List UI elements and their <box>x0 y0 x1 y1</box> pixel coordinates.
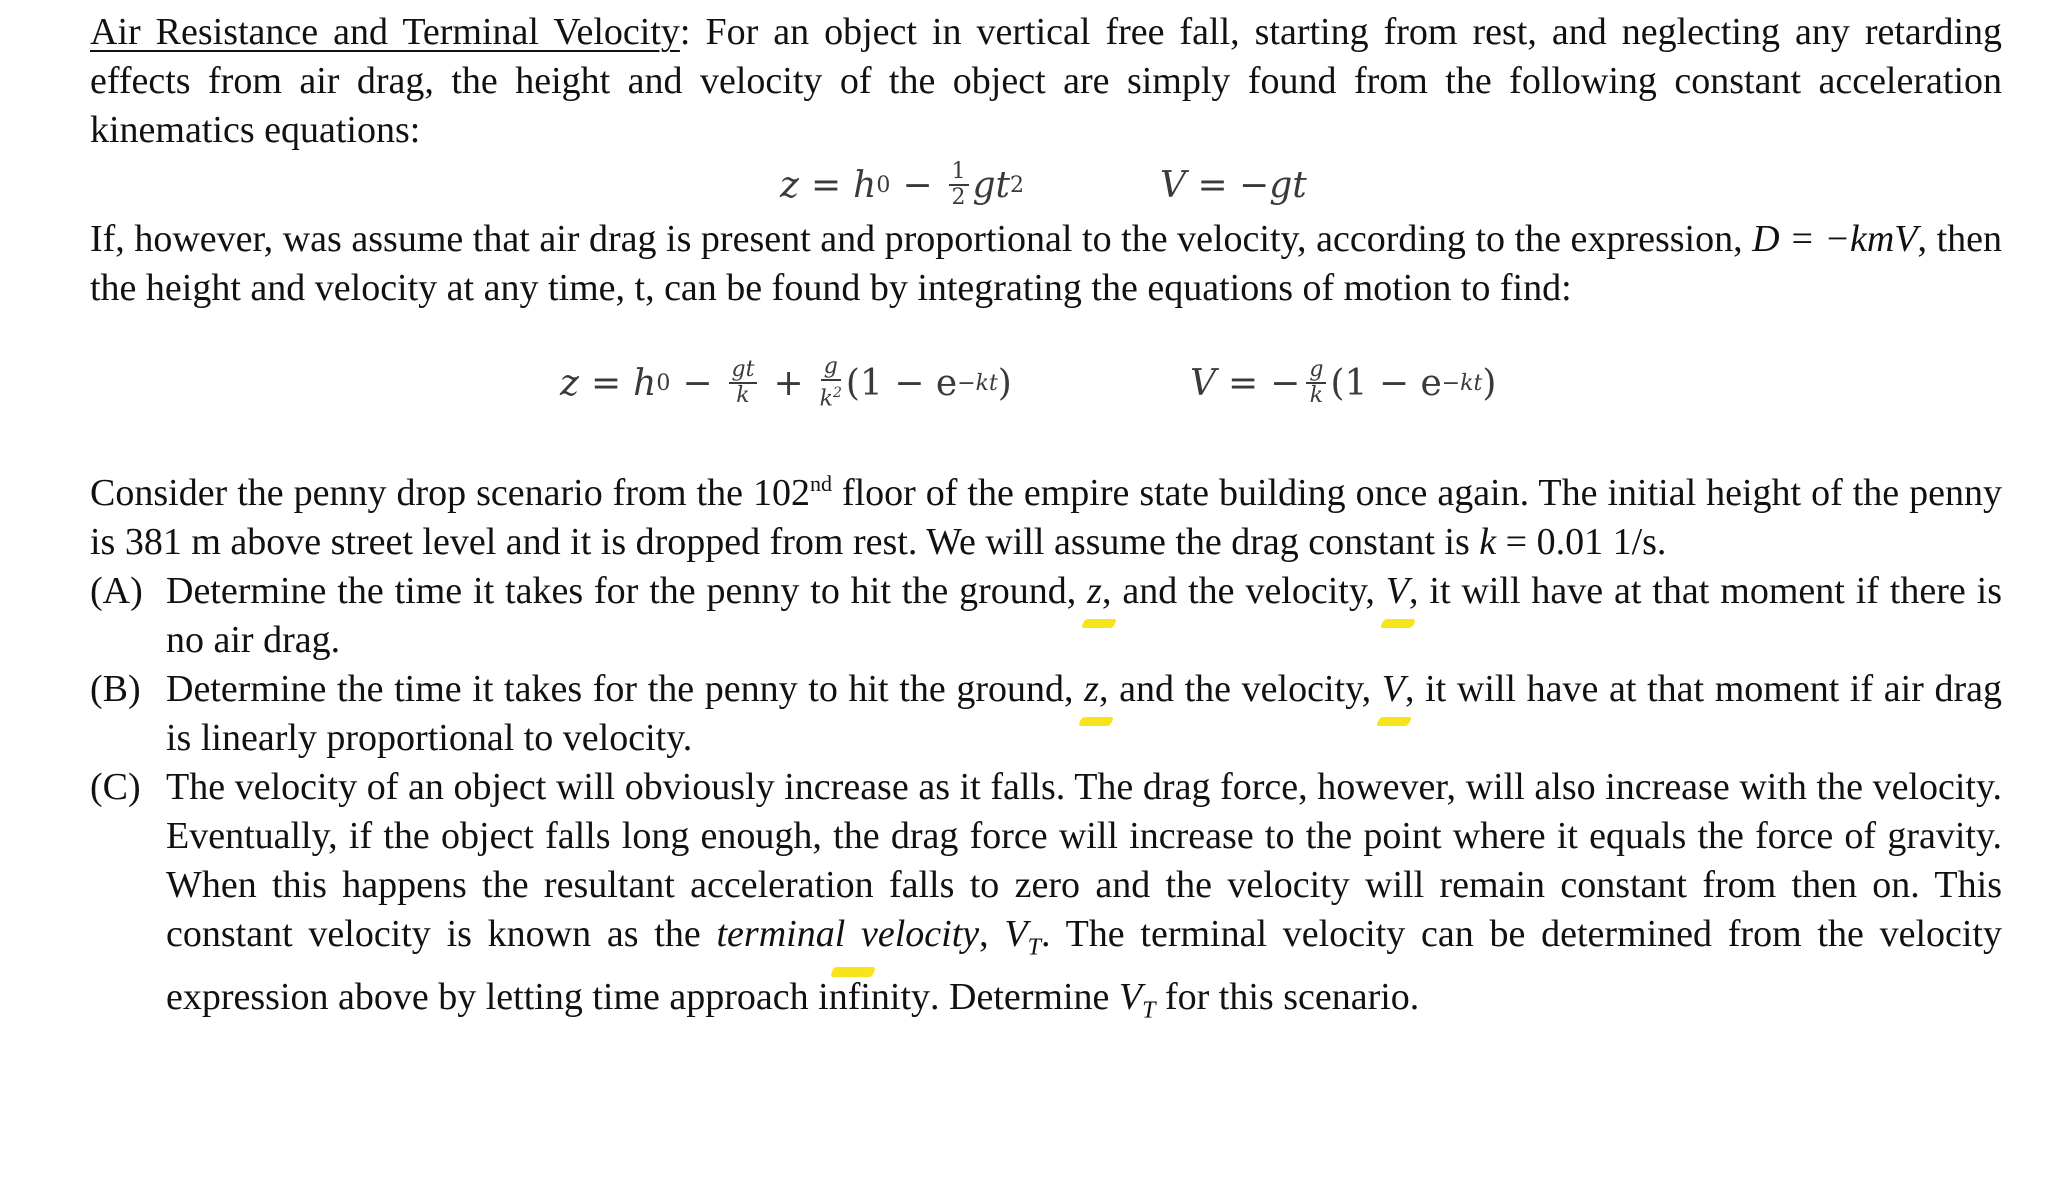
question-text: Determine the time it takes for the penn… <box>166 567 2002 665</box>
frac-den: k <box>819 386 833 412</box>
question-label: (A) <box>90 570 143 612</box>
frac-den: 2 <box>951 185 966 210</box>
var-V: V <box>1381 668 1405 710</box>
eq-var-z: z <box>560 362 579 404</box>
question-item-c: (C) The velocity of an object will obvio… <box>90 763 2002 1035</box>
height-equation-no-drag: z = h0 − 1 2 gt 2 <box>780 155 1024 215</box>
var-VT-sub: T <box>1142 997 1156 1024</box>
var-VT-sub: T <box>1027 934 1041 961</box>
eq-paren-close: ) <box>997 362 1012 404</box>
eq-var-h: h <box>633 362 657 404</box>
velocity-equation-no-drag: V = −gt <box>1160 155 1307 215</box>
question-text-d: for this scenario. <box>1155 975 1420 1018</box>
equations-no-drag: z = h0 − 1 2 gt 2 V = −gt <box>90 155 2002 215</box>
question-text: The velocity of an object will obviously… <box>166 766 2002 1024</box>
frac-den: k <box>736 383 750 408</box>
height-equation-drag: z = h0 − gt k + g k2 (1 − e −kt) <box>560 333 1012 433</box>
frac-den: k <box>1309 383 1324 408</box>
drag-expr-D: D = <box>1752 218 1815 260</box>
eq-equals: = <box>1228 362 1259 404</box>
eq-velocity: V = −gt <box>1160 164 1307 206</box>
question-item-a: (A) Determine the time it takes for the … <box>90 567 2002 665</box>
eq-sub-0: 0 <box>656 370 671 396</box>
eq-exponent: −kt <box>1441 370 1483 396</box>
eq-minus: − <box>682 362 713 404</box>
question-text-b: , and the velocity, <box>1098 668 1382 710</box>
highlighted-V: V <box>1375 665 1412 726</box>
question-text-c: . Determine <box>930 975 1119 1018</box>
frac-num: g <box>820 354 841 381</box>
eq-fraction-gt-k: gt k <box>728 358 758 408</box>
question-label: (C) <box>90 766 141 808</box>
eq-paren-open: (1 − e <box>1330 362 1442 404</box>
question-text-a: Determine the time it takes for the penn… <box>166 570 1088 612</box>
question-list: (A) Determine the time it takes for the … <box>90 567 2002 1035</box>
scenario-text-a: Consider the penny drop scenario from th… <box>90 472 810 514</box>
scenario-text-c: = 0.01 1/s. <box>1496 521 1667 563</box>
eq-var-z: z <box>780 164 799 206</box>
question-label: (B) <box>90 668 141 710</box>
eq-equals: = <box>810 164 842 206</box>
scenario-paragraph: Consider the penny drop scenario from th… <box>90 459 2002 567</box>
section-title: Air Resistance and Terminal Velocity <box>90 11 680 53</box>
eq-plus: + <box>773 362 804 404</box>
question-text: Determine the time it takes for the penn… <box>166 665 2002 763</box>
eq-minus: − <box>1270 362 1301 404</box>
intro-paragraph: Air Resistance and Terminal Velocity: Fo… <box>90 8 2002 155</box>
highlight-mark <box>1081 619 1118 628</box>
eq-fraction-g-k: g k <box>1306 358 1327 408</box>
drag-paragraph: If, however, was assume that air drag is… <box>90 215 2002 313</box>
frac-den-exp: 2 <box>832 384 842 401</box>
highlighted-z: z <box>1081 567 1118 628</box>
drag-expr-kmV: −kmV <box>1824 218 1918 260</box>
ordinal-suffix: nd <box>809 471 832 496</box>
eq-equals: = <box>590 362 622 404</box>
document-page: Air Resistance and Terminal Velocity: Fo… <box>90 8 2002 1035</box>
highlight-mark <box>1379 619 1416 628</box>
frac-num: 1 <box>948 160 969 186</box>
eq-gt: gt <box>972 164 1011 206</box>
equations-with-drag: z = h0 − gt k + g k2 (1 − e −kt) V = − g … <box>90 333 2002 433</box>
eq-paren-close: ) <box>1482 362 1497 404</box>
var-z: z <box>1084 668 1099 710</box>
eq-fraction-half: 1 2 <box>948 160 969 210</box>
var-VT: V <box>1118 975 1143 1018</box>
highlighted-V: V <box>1379 567 1416 628</box>
term-terminal-velocity: terminal velocity <box>716 913 980 955</box>
drag-text-a: If, however, was assume that air drag is… <box>90 218 1753 260</box>
highlighted-z: z <box>1078 665 1115 726</box>
eq-exponent: −kt <box>957 370 998 396</box>
eq-var-h: h <box>853 164 877 206</box>
eq-minus: − <box>902 164 933 206</box>
highlighted-infinity: infinity <box>818 966 931 1022</box>
eq-var-V: V <box>1190 362 1216 404</box>
highlight-mark <box>1375 717 1412 726</box>
frac-num: g <box>1306 358 1327 384</box>
var-z: z <box>1087 570 1102 612</box>
eq-paren-open: (1 − e <box>845 362 958 404</box>
eq-sub-0: 0 <box>876 172 891 198</box>
frac-num: gt <box>728 358 758 384</box>
eq-fraction-g-k2: g k2 <box>819 354 842 412</box>
highlight-mark <box>1078 717 1115 726</box>
question-text-b: , and the velocity, <box>1101 570 1386 612</box>
velocity-equation-drag: V = − g k (1 − e −kt) <box>1190 333 1496 433</box>
drag-constant-symbol: k <box>1479 521 1497 563</box>
word-infinity: infinity <box>818 975 931 1018</box>
question-item-b: (B) Determine the time it takes for the … <box>90 665 2002 763</box>
question-text-a: Determine the time it takes for the penn… <box>166 668 1085 710</box>
var-VT: V <box>1004 913 1028 955</box>
var-V: V <box>1385 570 1409 612</box>
eq-exp-2: 2 <box>1010 172 1025 198</box>
